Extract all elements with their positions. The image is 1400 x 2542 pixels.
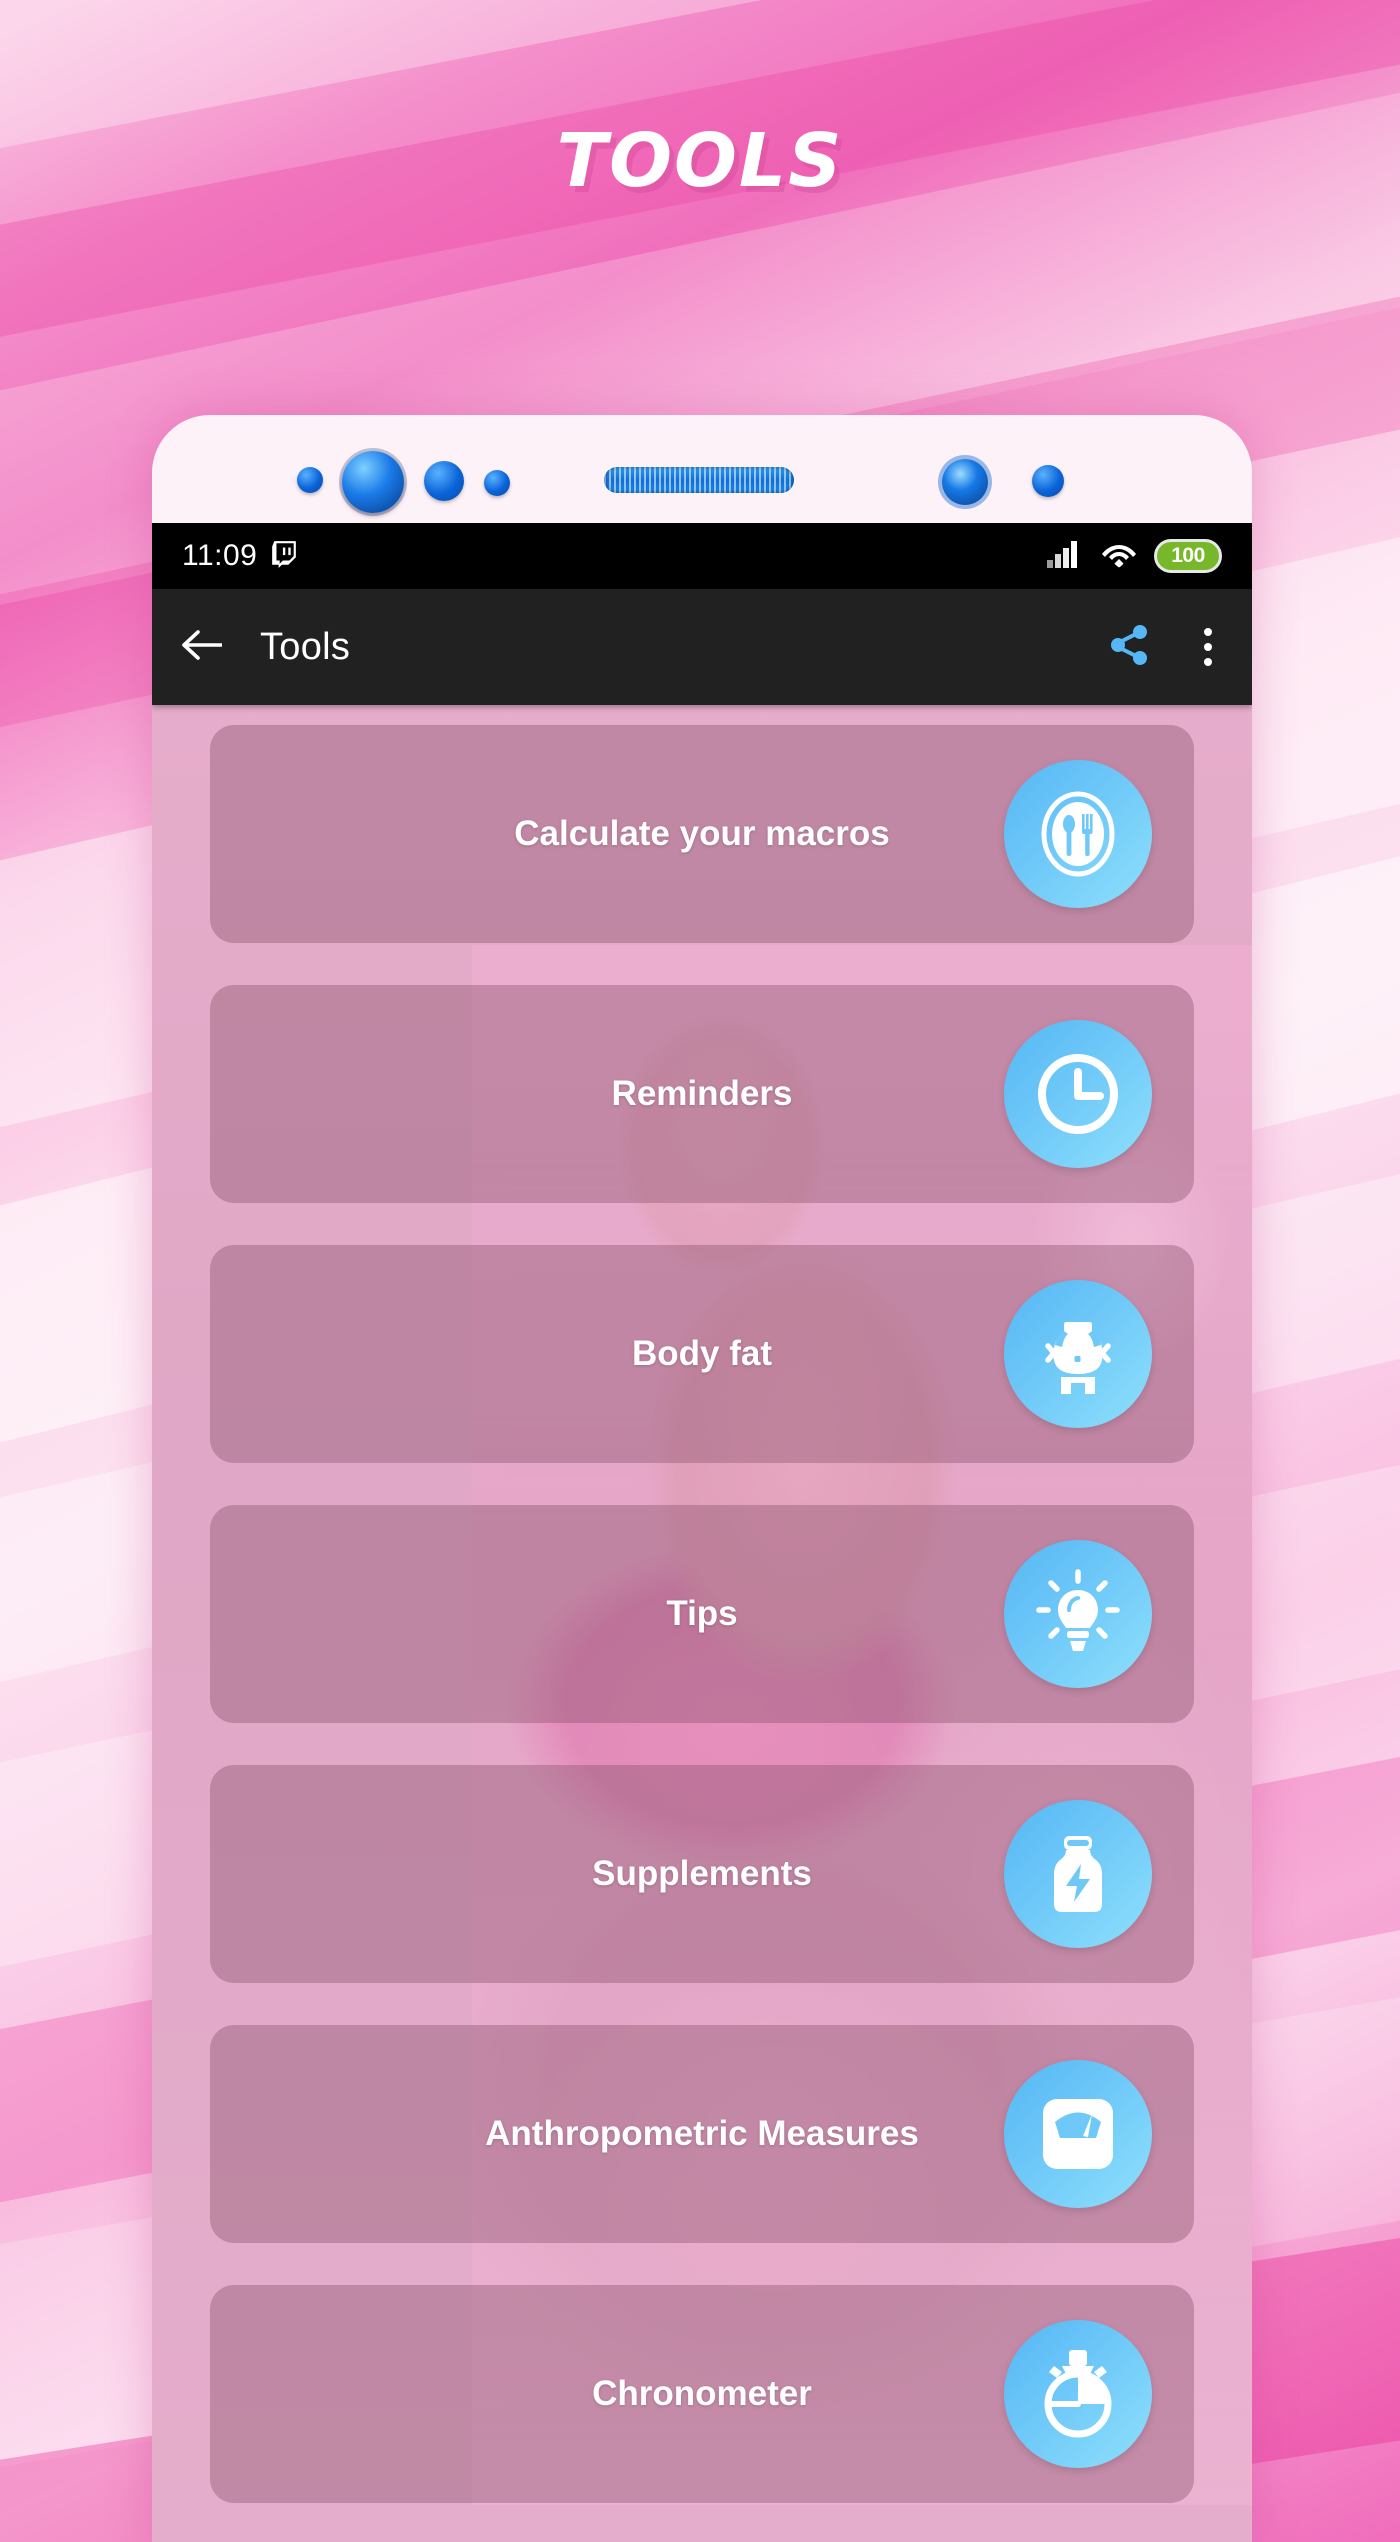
back-arrow-icon[interactable] [180, 625, 226, 670]
tool-item-calculate-your-macros[interactable]: Calculate your macros [210, 725, 1194, 943]
tool-item-body-fat[interactable]: Body fat [210, 1245, 1194, 1463]
app-bar-actions [1106, 622, 1224, 673]
earpiece-speaker [604, 467, 794, 493]
weight-scale-icon [1004, 2060, 1152, 2208]
wifi-icon [1100, 539, 1138, 574]
supplement-jar-icon [1004, 1800, 1152, 1948]
front-camera-icon [342, 451, 404, 513]
cellular-signal-icon [1046, 539, 1084, 574]
status-indicators: 100 [1046, 539, 1222, 574]
tools-content: Calculate your macros Reminders Body fat… [152, 705, 1252, 2542]
lightbulb-icon [1004, 1540, 1152, 1688]
plate-cutlery-icon [1004, 760, 1152, 908]
sensor-dot-4 [1032, 465, 1064, 497]
tools-list: Calculate your macros Reminders Body fat… [152, 705, 1252, 2542]
promo-screenshot: TOOLS 11:09 100 Tools Calculate your mac… [0, 0, 1400, 2542]
status-clock: 11:09 [182, 539, 258, 572]
sensor-dot-1 [297, 467, 323, 493]
status-bar: 11:09 100 [152, 523, 1252, 589]
share-icon[interactable] [1106, 622, 1152, 673]
tool-item-tips[interactable]: Tips [210, 1505, 1194, 1723]
tool-item-chronometer[interactable]: Chronometer [210, 2285, 1194, 2503]
page-title: Tools [260, 625, 351, 668]
app-bar: Tools [152, 589, 1252, 705]
phone-bezel [152, 415, 1252, 523]
phone-screen: 11:09 100 Tools Calculate your macros Re… [152, 523, 1252, 2542]
proximity-sensor-icon [942, 459, 988, 505]
overflow-menu-icon[interactable] [1192, 624, 1224, 670]
sensor-dot-3 [484, 470, 510, 496]
sensor-dot-2 [424, 461, 464, 501]
body-measure-icon [1004, 1280, 1152, 1428]
stopwatch-icon [1004, 2320, 1152, 2468]
tool-item-supplements[interactable]: Supplements [210, 1765, 1194, 1983]
battery-status-badge: 100 [1154, 539, 1222, 573]
promo-headline: TOOLS [556, 118, 844, 204]
phone-mockup: 11:09 100 Tools Calculate your macros Re… [152, 415, 1252, 2542]
twitch-icon [271, 540, 297, 573]
tool-item-anthropometric-measures[interactable]: Anthropometric Measures [210, 2025, 1194, 2243]
clock-icon [1004, 1020, 1152, 1168]
tool-item-reminders[interactable]: Reminders [210, 985, 1194, 1203]
